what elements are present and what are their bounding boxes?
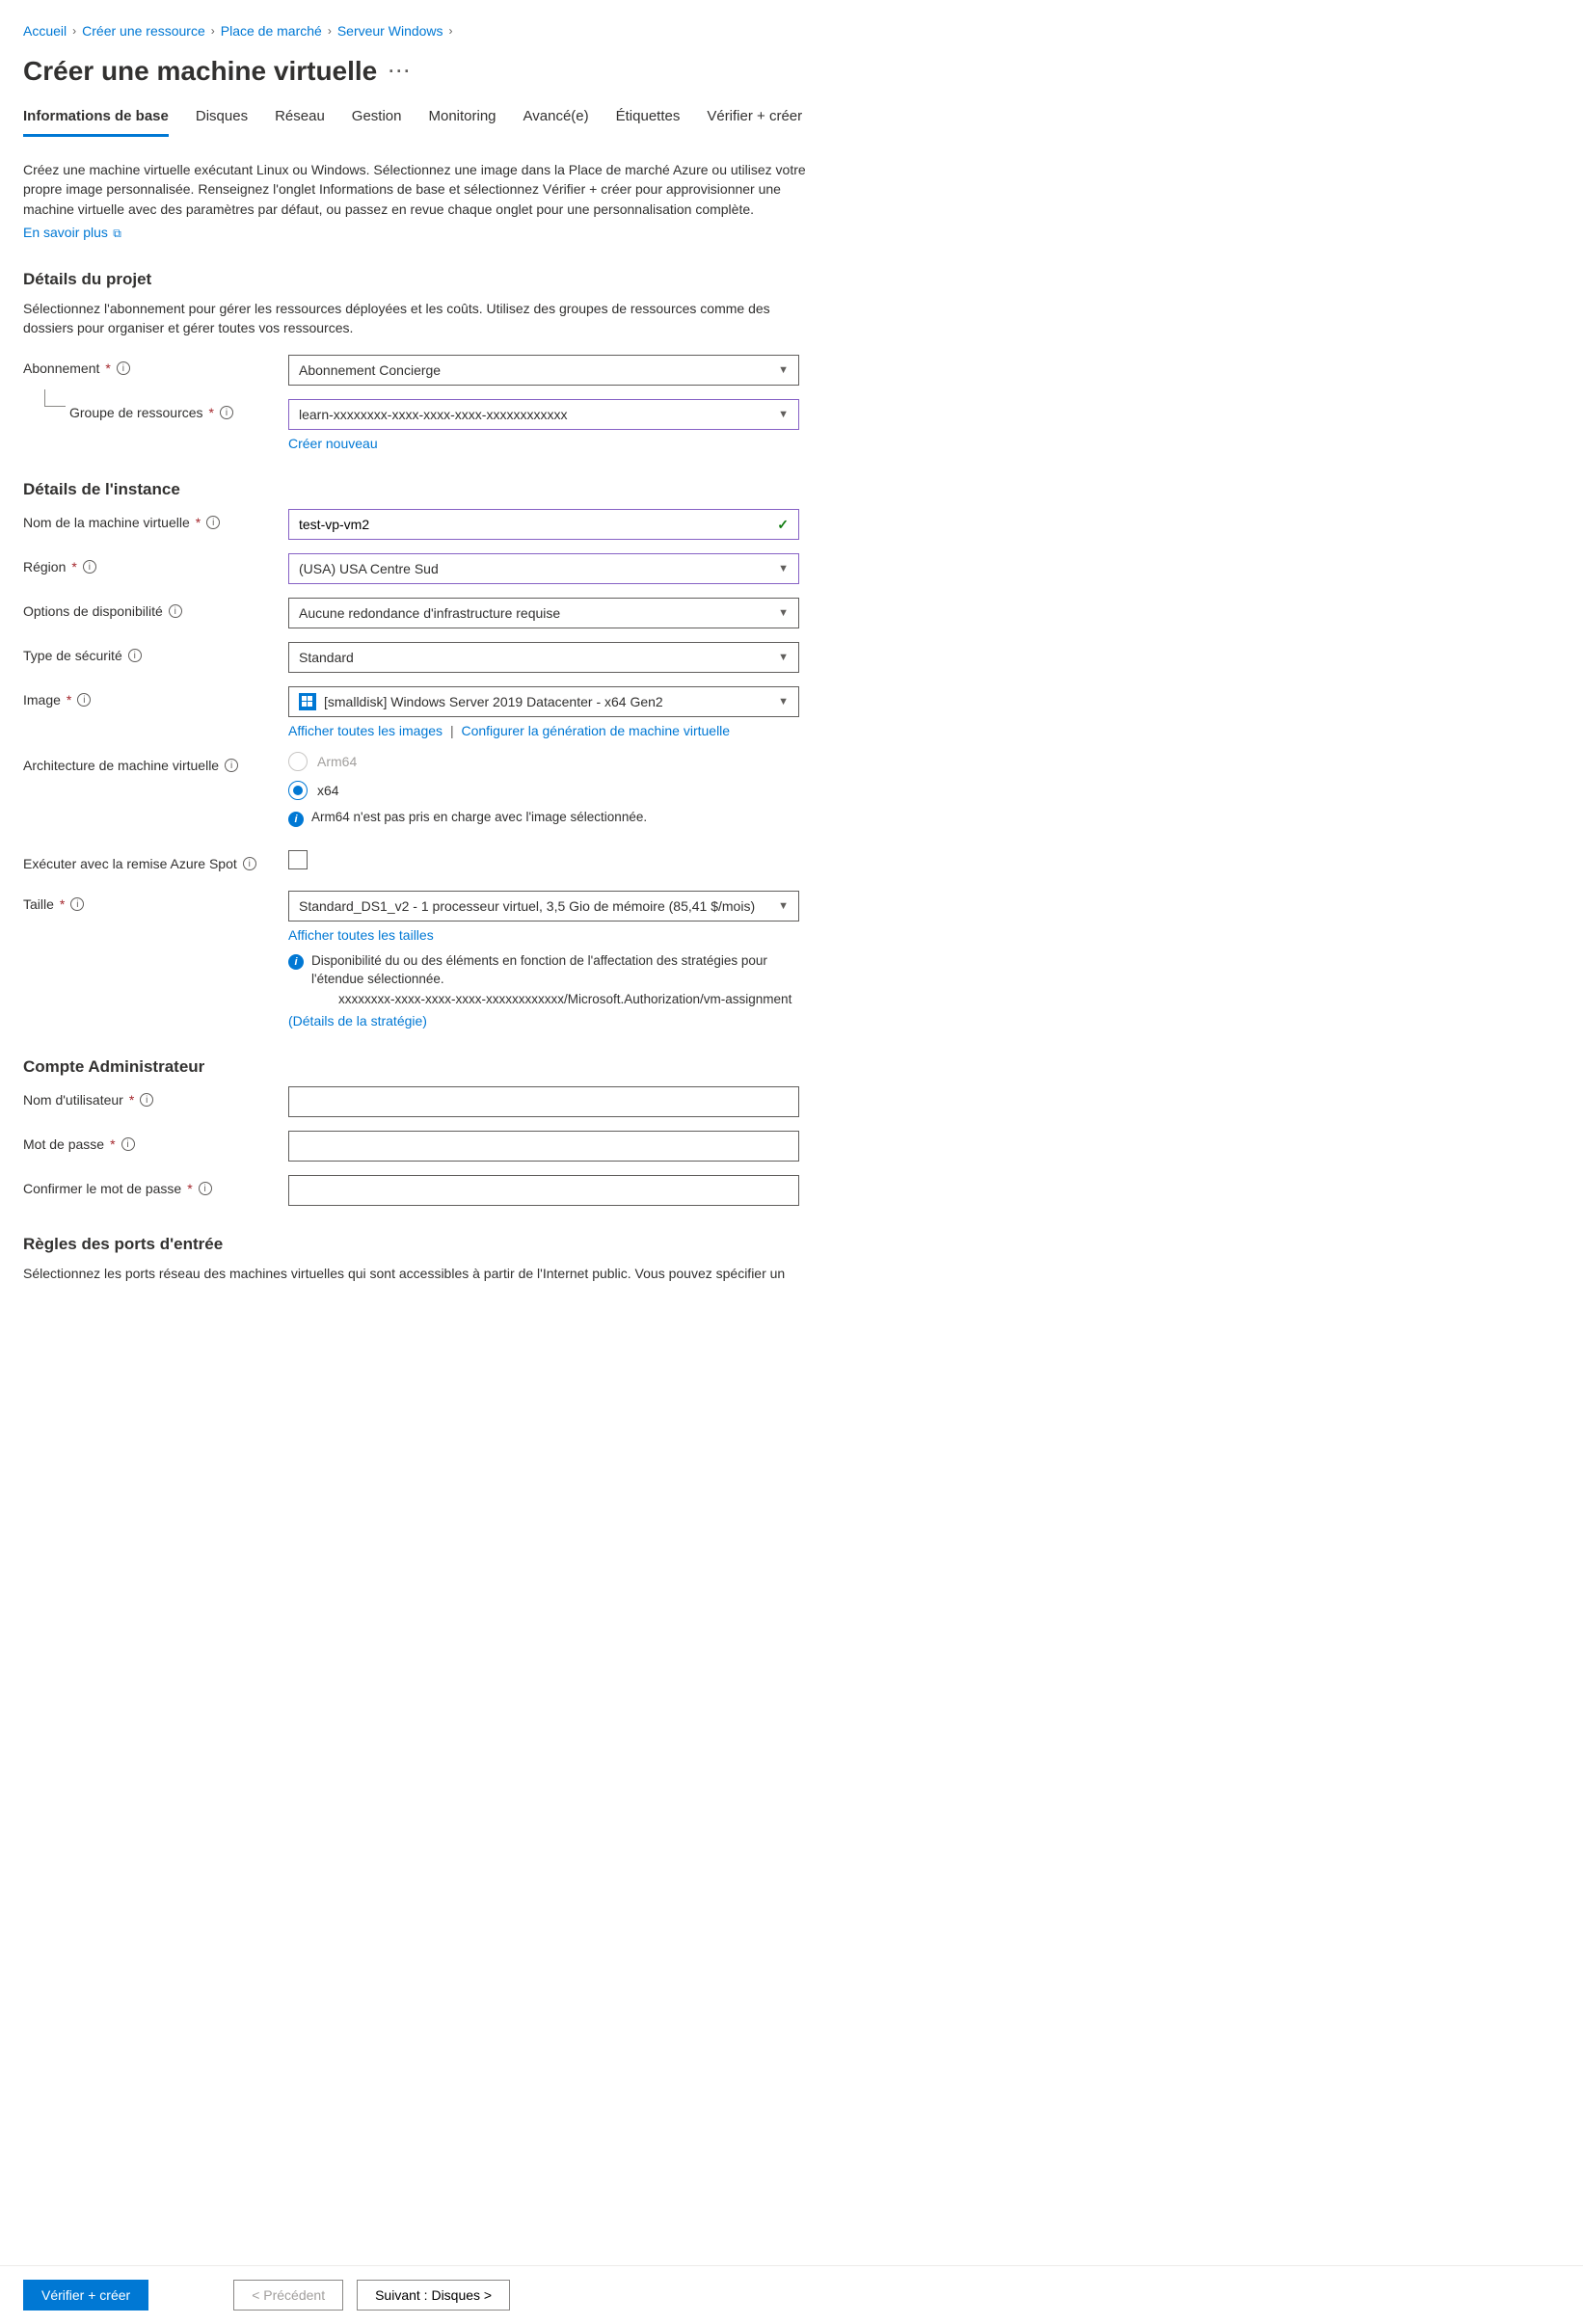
next-button[interactable]: Suivant : Disques > [357,2280,510,2311]
chevron-down-icon: ▼ [778,364,789,376]
info-icon[interactable]: i [83,560,96,574]
chevron-right-icon: › [72,24,76,38]
subscription-select[interactable]: Abonnement Concierge ▼ [288,355,799,386]
breadcrumb: Accueil › Créer une ressource › Place de m… [23,23,845,39]
arch-info-text: Arm64 n'est pas pris en charge avec l'im… [311,810,647,824]
chevron-down-icon: ▼ [778,652,789,663]
section-instance-title: Détails de l'instance [23,480,845,499]
section-ports-title: Règles des ports d'entrée [23,1235,845,1254]
arch-x64-radio[interactable]: x64 [288,781,799,800]
chevron-down-icon: ▼ [778,409,789,420]
confirm-password-label: Confirmer le mot de passe * i [23,1175,288,1196]
tab-management[interactable]: Gestion [352,108,402,137]
show-all-images-link[interactable]: Afficher toutes les images [288,723,443,738]
chevron-down-icon: ▼ [778,607,789,619]
info-icon[interactable]: i [225,759,238,772]
previous-button: < Précédent [233,2280,343,2311]
tab-basics[interactable]: Informations de base [23,108,169,137]
subscription-label: Abonnement* i [23,355,288,376]
chevron-down-icon: ▼ [778,563,789,574]
info-icon[interactable]: i [220,406,233,419]
image-label: Image * i [23,686,288,708]
availability-label: Options de disponibilité i [23,598,288,619]
password-input[interactable] [299,1138,789,1154]
more-icon[interactable]: ··· [389,62,412,82]
username-input[interactable] [299,1094,789,1109]
configure-generation-link[interactable]: Configurer la génération de machine virt… [461,723,730,738]
info-icon[interactable]: i [206,516,220,529]
tab-network[interactable]: Réseau [275,108,325,137]
info-icon[interactable]: i [117,361,130,375]
create-new-rg-link[interactable]: Créer nouveau [288,436,378,451]
username-label: Nom d'utilisateur * i [23,1086,288,1108]
chevron-down-icon: ▼ [778,900,789,912]
security-type-label: Type de sécurité i [23,642,288,663]
vmname-input[interactable] [299,517,777,532]
spot-label: Exécuter avec la remise Azure Spot i [23,850,288,871]
policy-details-link[interactable]: (Détails de la stratégie) [288,1013,427,1028]
page-title: Créer une machine virtuelle ··· [23,56,845,87]
show-all-sizes-link[interactable]: Afficher toutes les tailles [288,927,434,943]
info-icon: i [288,812,304,827]
info-icon[interactable]: i [121,1137,135,1151]
check-icon: ✓ [777,517,789,533]
review-create-button[interactable]: Vérifier + créer [23,2280,148,2311]
info-icon[interactable]: i [199,1182,212,1195]
chevron-right-icon: › [449,24,453,38]
vmname-label: Nom de la machine virtuelle* i [23,509,288,530]
resource-group-label: Groupe de ressources* i [23,399,288,420]
section-ports-desc: Sélectionnez les ports réseau des machin… [23,1264,823,1283]
security-type-select[interactable]: Standard ▼ [288,642,799,673]
breadcrumb-create-resource[interactable]: Créer une ressource [82,23,205,39]
region-label: Région * i [23,553,288,574]
section-admin-title: Compte Administrateur [23,1057,845,1077]
info-icon[interactable]: i [243,857,256,870]
info-icon[interactable]: i [77,693,91,707]
tab-tags[interactable]: Étiquettes [616,108,681,137]
size-label: Taille* i [23,891,288,912]
chevron-right-icon: › [328,24,332,38]
chevron-down-icon: ▼ [778,696,789,708]
windows-icon [299,693,316,710]
external-link-icon: ⧉ [110,227,121,240]
availability-select[interactable]: Aucune redondance d'infrastructure requi… [288,598,799,628]
learn-more-link[interactable]: En savoir plus ⧉ [23,225,121,240]
section-project-desc: Sélectionnez l'abonnement pour gérer les… [23,299,823,338]
tab-disks[interactable]: Disques [196,108,248,137]
size-info-text: Disponibilité du ou des éléments en fonc… [311,952,799,1009]
info-icon[interactable]: i [140,1093,153,1107]
tab-advanced[interactable]: Avancé(e) [523,108,589,137]
breadcrumb-marketplace[interactable]: Place de marché [221,23,322,39]
chevron-right-icon: › [211,24,215,38]
spot-checkbox[interactable] [288,850,308,869]
arch-arm64-radio: Arm64 [288,752,799,771]
breadcrumb-windows-server[interactable]: Serveur Windows [337,23,443,39]
tab-review[interactable]: Vérifier + créer [707,108,802,137]
confirm-password-input[interactable] [299,1183,789,1198]
info-icon[interactable]: i [128,649,142,662]
footer-bar: Vérifier + créer < Précédent Suivant : D… [0,2265,1583,2324]
region-select[interactable]: (USA) USA Centre Sud ▼ [288,553,799,584]
image-select[interactable]: [smalldisk] Windows Server 2019 Datacent… [288,686,799,717]
radio-icon [288,781,308,800]
info-icon[interactable]: i [70,897,84,911]
info-icon: i [288,954,304,970]
breadcrumb-home[interactable]: Accueil [23,23,67,39]
password-label: Mot de passe* i [23,1131,288,1152]
radio-icon [288,752,308,771]
architecture-label: Architecture de machine virtuelle i [23,752,288,773]
section-project-title: Détails du projet [23,270,845,289]
tab-monitoring[interactable]: Monitoring [428,108,496,137]
size-select[interactable]: Standard_DS1_v2 - 1 processeur virtuel, … [288,891,799,922]
resource-group-select[interactable]: learn-xxxxxxxx-xxxx-xxxx-xxxx-xxxxxxxxxx… [288,399,799,430]
intro-text: Créez une machine virtuelle exécutant Li… [23,160,823,219]
tabs: Informations de base Disques Réseau Gest… [23,108,845,137]
info-icon[interactable]: i [169,604,182,618]
vmname-input-wrap: ✓ [288,509,799,540]
